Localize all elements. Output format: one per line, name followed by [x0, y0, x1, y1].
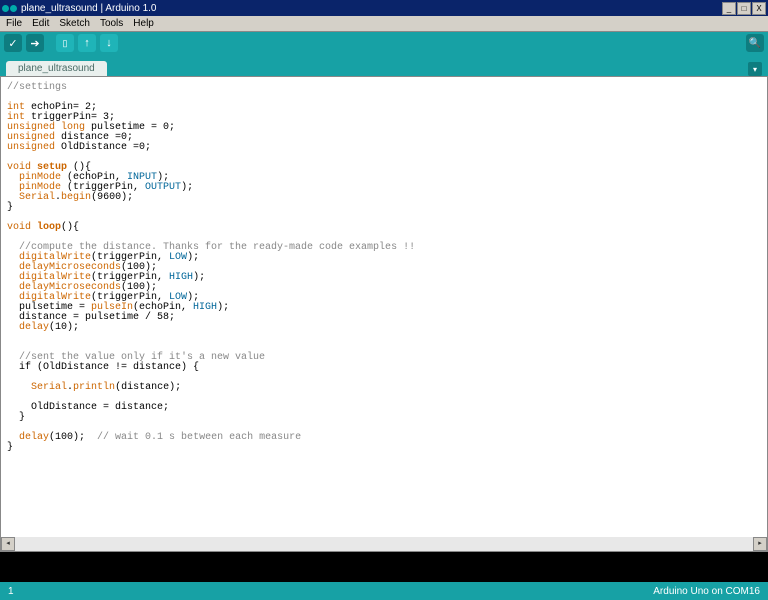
- menu-tools[interactable]: Tools: [100, 18, 123, 29]
- scroll-left-button[interactable]: ◂: [1, 537, 15, 551]
- code-editor[interactable]: //settings int echoPin= 2; int triggerPi…: [1, 77, 767, 537]
- verify-button[interactable]: ✓: [4, 34, 22, 52]
- menu-help[interactable]: Help: [133, 18, 154, 29]
- window-title-bar: plane_ultrasound | Arduino 1.0 _ □ X: [0, 0, 768, 16]
- check-icon: ✓: [8, 37, 17, 50]
- horizontal-scrollbar[interactable]: ◂ ▸: [1, 537, 767, 551]
- serial-monitor-button[interactable]: 🔍: [746, 34, 764, 52]
- menu-sketch[interactable]: Sketch: [59, 18, 90, 29]
- status-bar: 1 Arduino Uno on COM16: [0, 582, 768, 600]
- window-title: plane_ultrasound | Arduino 1.0: [21, 3, 156, 14]
- chevron-down-icon: ▾: [753, 65, 757, 74]
- status-line-number: 1: [8, 586, 14, 597]
- minimize-button[interactable]: _: [722, 2, 736, 15]
- scroll-right-button[interactable]: ▸: [753, 537, 767, 551]
- tab-sketch[interactable]: plane_ultrasound: [6, 61, 107, 76]
- arrow-down-icon: ↓: [106, 37, 112, 49]
- arrow-right-icon: ➔: [30, 37, 39, 50]
- tab-strip: plane_ultrasound ▾: [0, 54, 768, 76]
- menu-edit[interactable]: Edit: [32, 18, 49, 29]
- maximize-button[interactable]: □: [737, 2, 751, 15]
- save-button[interactable]: ↓: [100, 34, 118, 52]
- file-icon: ▯: [63, 38, 68, 49]
- menu-bar: File Edit Sketch Tools Help: [0, 16, 768, 32]
- new-button[interactable]: ▯: [56, 34, 74, 52]
- status-board-port: Arduino Uno on COM16: [653, 586, 760, 597]
- tab-menu-button[interactable]: ▾: [748, 62, 762, 76]
- toolbar: ✓ ➔ ▯ ↑ ↓ 🔍: [0, 32, 768, 54]
- close-button[interactable]: X: [752, 2, 766, 15]
- editor-area: //settings int echoPin= 2; int triggerPi…: [0, 76, 768, 552]
- open-button[interactable]: ↑: [78, 34, 96, 52]
- arrow-up-icon: ↑: [84, 37, 90, 49]
- console-output: [0, 552, 768, 582]
- menu-file[interactable]: File: [6, 18, 22, 29]
- arduino-app-icon: [2, 5, 17, 12]
- magnifier-icon: 🔍: [749, 38, 761, 49]
- upload-button[interactable]: ➔: [26, 34, 44, 52]
